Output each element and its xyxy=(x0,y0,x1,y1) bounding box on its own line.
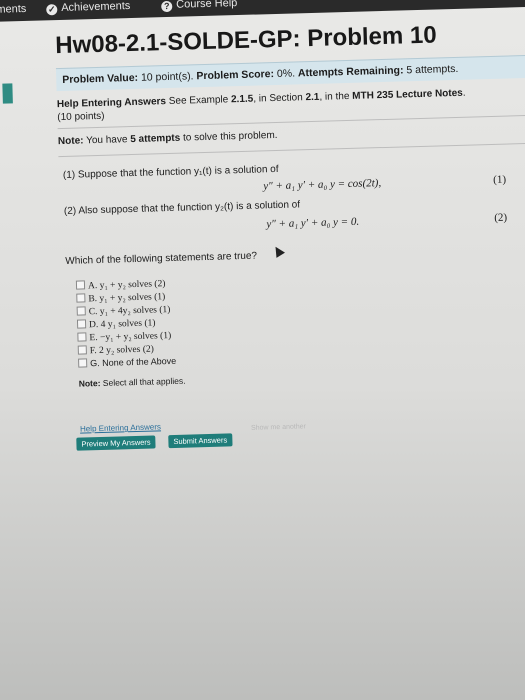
option-label: E. −y₁ + y₂ solves (1) xyxy=(89,331,172,344)
nav-item-course-help-label: Course Help xyxy=(176,0,238,11)
option-label: G. None of the Above xyxy=(90,355,177,369)
photo-frame: ements ✓ Achievements ? Course Help Hw08-2… xyxy=(0,0,525,700)
problem-value-label: Problem Value: xyxy=(62,71,139,86)
option-label: D. 4 y₁ solves (1) xyxy=(88,318,156,331)
question-text: Which of the following statements are tr… xyxy=(65,250,258,267)
option-label: B. y₁ + y₂ solves (1) xyxy=(88,292,166,305)
option-e[interactable]: E. −y₁ + y₂ solves (1) xyxy=(77,330,171,344)
nav-item-truncated-label: ements xyxy=(0,2,27,16)
help-text3: , in the xyxy=(319,90,350,103)
option-d[interactable]: D. 4 y₁ solves (1) xyxy=(76,317,156,331)
nav-item-achievements[interactable]: ✓ Achievements xyxy=(46,0,131,16)
top-nav-bar: ements ✓ Achievements ? Course Help xyxy=(0,0,525,22)
help-text1: See Example xyxy=(168,94,229,107)
part1-tag: (1) xyxy=(493,173,507,186)
nav-item-truncated[interactable]: ements xyxy=(0,3,27,16)
help-icon: ? xyxy=(161,0,173,13)
part1-text: (1) Suppose that the function y₁(t) is a… xyxy=(62,163,279,181)
note-text1: You have xyxy=(85,134,128,147)
checkbox[interactable] xyxy=(77,345,87,355)
checkbox[interactable] xyxy=(76,319,87,329)
note-text2: to solve this problem. xyxy=(182,129,278,144)
submit-answers-button[interactable]: Submit Answers xyxy=(168,433,233,449)
part2-text: (2) Also suppose that the function y₂(t)… xyxy=(63,199,301,217)
help-line: Help Entering Answers See Example 2.1.5,… xyxy=(56,87,466,111)
part1-equation: y″ + a₁ y′ + a₀ y = cos(2t), xyxy=(263,177,382,193)
checkbox[interactable] xyxy=(76,306,86,316)
points-label: (10 points) xyxy=(57,110,105,124)
checkbox[interactable] xyxy=(75,280,86,290)
page-title: Hw08-2.1-SOLDE-GP: Problem 10 xyxy=(54,21,437,60)
select-note: Note: Select all that applies. xyxy=(79,376,186,389)
part2-equation: y″ + a₁ y′ + a₀ y = 0. xyxy=(266,215,360,231)
problem-info-bar: Problem Value: 10 point(s). Problem Scor… xyxy=(55,54,525,92)
help-notes: MTH 235 Lecture Notes xyxy=(352,87,463,102)
select-note-label: Note: xyxy=(78,378,101,389)
nav-item-achievements-label: Achievements xyxy=(61,0,131,14)
attempts-note: Note: You have 5 attempts to solve this … xyxy=(58,130,278,147)
option-f[interactable]: F. 2 y₂ solves (2) xyxy=(77,344,155,357)
option-label: A. y₁ + y₂ solves (2) xyxy=(87,279,166,292)
help-text2: , in Section xyxy=(253,92,303,105)
sidebar-active-marker xyxy=(2,83,13,104)
attempts-remaining-label: Attempts Remaining: xyxy=(297,64,404,80)
select-note-text: Select all that applies. xyxy=(102,375,186,388)
problem-info-text: Problem Value: 10 point(s). Problem Scor… xyxy=(62,63,458,86)
option-label: F. 2 y₂ solves (2) xyxy=(89,344,155,357)
trophy-icon: ✓ xyxy=(46,4,58,16)
help-section: 2.1 xyxy=(305,91,320,104)
preview-answers-button[interactable]: Preview My Answers xyxy=(76,435,156,451)
note-label: Note: xyxy=(57,135,84,148)
checkbox[interactable] xyxy=(78,358,88,368)
note-attempts: 5 attempts xyxy=(130,132,181,146)
option-g[interactable]: G. None of the Above xyxy=(78,356,176,369)
problem-value: 10 point(s). xyxy=(140,70,194,84)
checkbox[interactable] xyxy=(77,332,87,342)
nav-item-course-help[interactable]: ? Course Help xyxy=(161,0,238,13)
mouse-cursor-icon xyxy=(271,244,285,258)
checkbox[interactable] xyxy=(76,293,86,303)
part2-tag: (2) xyxy=(494,211,508,224)
divider xyxy=(57,114,525,130)
help-heading: Help Entering Answers xyxy=(56,96,167,111)
help-entering-answers-link[interactable]: Help Entering Answers xyxy=(80,422,161,433)
attempts-remaining: 5 attempts. xyxy=(406,62,459,77)
problem-score: 0%. xyxy=(276,67,296,80)
option-c[interactable]: C. y₁ + 4y₂ solves (1) xyxy=(76,304,171,318)
option-a[interactable]: A. y₁ + y₂ solves (2) xyxy=(75,278,166,292)
option-b[interactable]: B. y₁ + y₂ solves (1) xyxy=(76,291,165,304)
help-example: 2.1.5 xyxy=(230,93,254,106)
webwork-screen: ements ✓ Achievements ? Course Help Hw08-2… xyxy=(0,0,525,700)
show-another-button[interactable]: Show me another xyxy=(251,423,306,432)
option-label: C. y₁ + 4y₂ solves (1) xyxy=(88,305,171,318)
problem-score-label: Problem Score: xyxy=(196,68,275,83)
